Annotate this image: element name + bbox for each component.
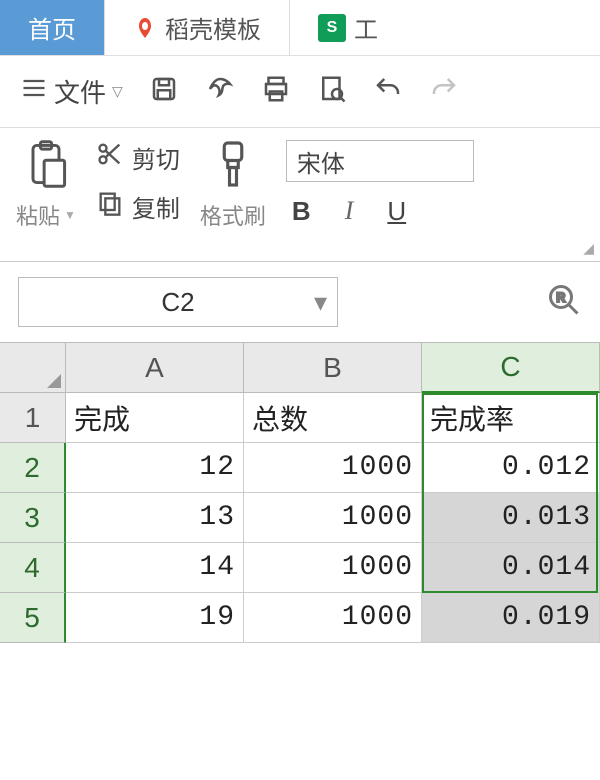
select-all-corner[interactable] bbox=[0, 343, 66, 393]
save-icon[interactable] bbox=[149, 74, 179, 109]
cut-button[interactable]: 剪切 bbox=[96, 140, 180, 175]
table-row: 5 19 1000 0.019 bbox=[0, 593, 600, 643]
row-header[interactable]: 4 bbox=[0, 543, 66, 593]
formula-bar-row: C2 ▾ R bbox=[0, 262, 600, 342]
table-row: 3 13 1000 0.013 bbox=[0, 493, 600, 543]
cell-c3[interactable]: 0.013 bbox=[422, 493, 600, 543]
ribbon: 粘贴 ▼ 剪切 复制 格式刷 宋体 B I bbox=[0, 128, 600, 262]
paste-button[interactable]: 粘贴 ▼ bbox=[16, 199, 76, 231]
underline-button[interactable]: U bbox=[387, 196, 406, 227]
font-group: 宋体 B I U bbox=[286, 138, 474, 261]
bold-button[interactable]: B bbox=[292, 196, 311, 227]
tab-sheet[interactable]: S 工 bbox=[290, 0, 406, 55]
row-header[interactable]: 5 bbox=[0, 593, 66, 643]
cell-c4[interactable]: 0.014 bbox=[422, 543, 600, 593]
scissors-icon bbox=[96, 140, 124, 175]
table-row: 2 12 1000 0.012 bbox=[0, 443, 600, 493]
cell-b2[interactable]: 1000 bbox=[244, 443, 422, 493]
cell-a1[interactable]: 完成 bbox=[66, 393, 244, 443]
paste-group: 粘贴 ▼ bbox=[16, 138, 76, 261]
file-menu-label: 文件 bbox=[54, 73, 106, 110]
spreadsheet-icon: S bbox=[318, 14, 346, 42]
format-painter-group: 格式刷 bbox=[200, 138, 266, 261]
cell-a2[interactable]: 12 bbox=[66, 443, 244, 493]
table-row: 4 14 1000 0.014 bbox=[0, 543, 600, 593]
chevron-down-icon: ▾ bbox=[314, 287, 327, 318]
cell-a5[interactable]: 19 bbox=[66, 593, 244, 643]
cell-a3[interactable]: 13 bbox=[66, 493, 244, 543]
dialog-launcher-icon[interactable]: ◢ bbox=[583, 240, 594, 257]
cell-c2[interactable]: 0.012 bbox=[422, 443, 600, 493]
format-painter-label: 格式刷 bbox=[200, 199, 266, 231]
quick-access-toolbar: 文件 ▽ bbox=[0, 56, 600, 128]
undo-icon[interactable] bbox=[373, 74, 403, 109]
cut-label: 剪切 bbox=[132, 140, 180, 175]
font-name-value: 宋体 bbox=[297, 144, 345, 179]
cell-a4[interactable]: 14 bbox=[66, 543, 244, 593]
format-painter-button[interactable]: 格式刷 bbox=[200, 199, 266, 231]
print-icon[interactable] bbox=[261, 74, 291, 109]
document-tabs: 首页 稻壳模板 S 工 bbox=[0, 0, 600, 56]
cell-b4[interactable]: 1000 bbox=[244, 543, 422, 593]
paste-label: 粘贴 bbox=[16, 199, 60, 231]
copy-icon bbox=[96, 189, 124, 224]
row-header[interactable]: 2 bbox=[0, 443, 66, 493]
brush-icon[interactable] bbox=[212, 138, 254, 195]
cell-b5[interactable]: 1000 bbox=[244, 593, 422, 643]
col-header-c[interactable]: C bbox=[422, 343, 600, 393]
cell-b3[interactable]: 1000 bbox=[244, 493, 422, 543]
tab-docer-label: 稻壳模板 bbox=[165, 10, 261, 45]
font-name-select[interactable]: 宋体 bbox=[286, 140, 474, 182]
col-header-a[interactable]: A bbox=[66, 343, 244, 393]
print-preview-icon[interactable] bbox=[317, 74, 347, 109]
col-header-b[interactable]: B bbox=[244, 343, 422, 393]
copy-label: 复制 bbox=[132, 189, 180, 224]
tab-home[interactable]: 首页 bbox=[0, 0, 105, 55]
italic-button[interactable]: I bbox=[345, 196, 354, 227]
cell-c5[interactable]: 0.019 bbox=[422, 593, 600, 643]
tab-sheet-label: 工 bbox=[354, 10, 378, 45]
copy-button[interactable]: 复制 bbox=[96, 189, 180, 224]
spreadsheet-grid[interactable]: A B C 1 完成 总数 完成率 2 12 1000 0.012 3 13 1… bbox=[0, 342, 600, 643]
tab-docer[interactable]: 稻壳模板 bbox=[105, 0, 290, 55]
file-menu[interactable]: 文件 ▽ bbox=[20, 73, 123, 110]
clipboard-actions: 剪切 复制 bbox=[96, 138, 180, 261]
name-box[interactable]: C2 ▾ bbox=[18, 277, 338, 327]
row-header[interactable]: 3 bbox=[0, 493, 66, 543]
search-icon[interactable]: R bbox=[546, 282, 582, 323]
row-header[interactable]: 1 bbox=[0, 393, 66, 443]
svg-text:R: R bbox=[557, 290, 566, 304]
tab-home-label: 首页 bbox=[28, 10, 76, 45]
clipboard-icon[interactable] bbox=[23, 138, 69, 195]
docer-icon bbox=[133, 16, 157, 40]
share-icon[interactable] bbox=[205, 74, 235, 109]
redo-icon[interactable] bbox=[429, 74, 459, 109]
hamburger-icon bbox=[20, 74, 48, 109]
name-box-value: C2 bbox=[161, 287, 194, 318]
column-headers: A B C bbox=[0, 343, 600, 393]
chevron-down-icon: ▽ bbox=[112, 83, 123, 100]
cell-b1[interactable]: 总数 bbox=[244, 393, 422, 443]
chevron-down-icon: ▼ bbox=[64, 208, 76, 222]
table-row: 1 完成 总数 完成率 bbox=[0, 393, 600, 443]
cell-c1[interactable]: 完成率 bbox=[422, 393, 600, 443]
